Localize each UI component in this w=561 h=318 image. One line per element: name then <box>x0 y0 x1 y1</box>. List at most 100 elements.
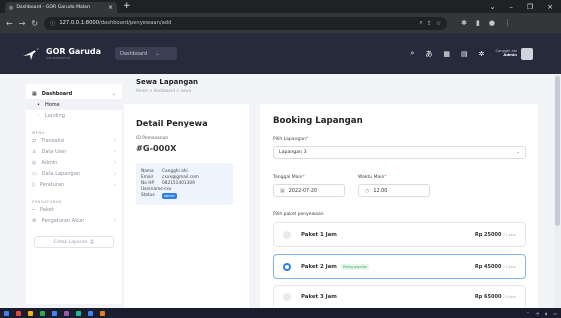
package-name: Paket 1 Jam <box>301 231 337 238</box>
info-key: Status <box>141 193 155 199</box>
package-option[interactable]: Paket 3 Jam Rp 65000/ 3 Jam <box>273 285 526 307</box>
chevron-right-icon: › <box>114 148 116 155</box>
sidebar-item-label: Pengaturan Akun <box>41 217 85 224</box>
app-icon[interactable] <box>40 310 45 316</box>
star-icon[interactable]: ☆ <box>436 20 441 27</box>
minimize-icon[interactable]: – <box>509 3 513 11</box>
chevron-up-icon[interactable]: ⌃ <box>526 311 529 316</box>
sidebar-item-transaksi[interactable]: ⇄ Transaksi › <box>26 135 122 146</box>
sidebar-item-data-lapangan[interactable]: ▭ Data Lapangan › <box>26 168 122 179</box>
folder-icon[interactable] <box>28 310 33 316</box>
sidebar-item-landing[interactable]: ◦ Landing <box>26 110 122 121</box>
booking-id-value: #G-000X <box>136 143 177 153</box>
date-label-text: Tanggal Main <box>273 175 303 180</box>
chevron-down-icon: ⌄ <box>155 50 160 57</box>
package-duration: / 2 Jam <box>503 264 516 269</box>
avatar[interactable] <box>521 47 533 60</box>
sidebar-item-peraturan[interactable]: ▯ Peraturan › <box>26 179 122 190</box>
package-price-value: Rp 45000 <box>474 263 502 270</box>
time-value: 12.00 <box>373 187 388 194</box>
system-tray[interactable]: ⌃ ◔ ◖ ▭ <box>526 311 557 316</box>
dashboard-dropdown[interactable]: Dashboard ⌄ <box>115 47 178 60</box>
battery-icon[interactable]: ▭ <box>553 311 557 316</box>
breadcrumb: Home > dashboard > sewa <box>136 88 192 93</box>
user-role: Admin <box>503 52 517 58</box>
renter-info-box: Nama Cangghi ahi Email cxxx@gmail.com No H… <box>136 163 233 206</box>
rules-icon: ▯ <box>32 181 35 188</box>
booking-title: Booking Lapangan <box>273 116 363 126</box>
start-icon[interactable] <box>4 310 9 316</box>
package-duration: / 3 Jam <box>503 294 516 299</box>
court-icon: ▭ <box>32 170 37 177</box>
sidebar-item-label: Landing <box>44 112 65 119</box>
sidebar-item-home[interactable]: • Home <box>26 99 122 110</box>
sidebar-item-pengaturan-akun[interactable]: ⚙ Pengaturan Akun › <box>26 215 122 226</box>
radio-button[interactable] <box>283 262 291 271</box>
close-tab-icon[interactable]: × <box>108 4 113 11</box>
app-icon[interactable] <box>64 310 69 316</box>
apps-icon[interactable]: ▤ <box>461 50 468 58</box>
admin-icon: ◎ <box>32 159 37 166</box>
app-icon[interactable] <box>76 310 81 316</box>
forward-icon[interactable]: → <box>19 19 26 28</box>
chrome-icon[interactable] <box>52 310 57 316</box>
package-option[interactable]: Paket 1 Jam Rp 25000/ 1 Jam <box>273 222 526 247</box>
site-favicon-icon: ◎ <box>9 4 14 11</box>
new-tab-icon[interactable]: + <box>123 2 131 11</box>
sidebar-section-menu: MENU <box>32 130 45 135</box>
sidebar: ▦ Dashboard ⌄ • Home ◦ Landing MENU ⇄ Tr… <box>26 84 122 304</box>
date-input[interactable]: ▦ 2022-07-20 <box>273 184 345 197</box>
app-icon[interactable] <box>16 310 21 316</box>
brand-name[interactable]: GOR Garuda <box>46 47 101 56</box>
sidebar-section-pengaturan: PENGATURAN <box>32 199 62 204</box>
sidebar-item-admin[interactable]: ◎ Admin › <box>26 157 122 168</box>
browser-tab[interactable]: ◎ Dashboard - GOR Garuda Malan × <box>5 2 117 13</box>
share-icon[interactable]: ⇪ <box>427 20 432 27</box>
bullet-icon: ◦ <box>37 112 40 119</box>
sidebar-item-data-user[interactable]: ♙ Data User › <box>26 146 122 157</box>
clock-icon: ◷ <box>365 187 370 194</box>
radio-button[interactable] <box>283 230 291 239</box>
package-price: Rp 25000/ 1 Jam <box>475 232 516 238</box>
volume-icon[interactable]: ◖ <box>545 311 547 316</box>
sidebar-item-label: Peraturan <box>39 181 65 188</box>
network-icon[interactable]: ◔ <box>536 311 540 316</box>
time-label: Waktu Main* <box>358 175 387 180</box>
profile-icon[interactable]: ● <box>489 19 495 27</box>
court-select[interactable]: Lapangan 3 ⌄ <box>273 146 526 159</box>
search-icon[interactable]: ⌕ <box>419 19 422 27</box>
sidebar-item-dashboard[interactable]: ▦ Dashboard ⌄ <box>26 88 122 99</box>
vscode-icon[interactable] <box>88 310 93 316</box>
gear-icon: ⚙ <box>32 217 37 224</box>
user-menu[interactable]: Cangghi ahi Admin <box>496 47 533 60</box>
maximize-icon[interactable]: ❐ <box>527 3 533 11</box>
package-price-value: Rp 25000 <box>474 231 502 238</box>
settings-icon[interactable]: ✲ <box>479 50 485 58</box>
menu-icon[interactable]: ⋮ <box>504 19 511 27</box>
address-bar[interactable]: ⓘ 127.0.0.1:8000/dashboard/penyewaan/add… <box>44 16 448 30</box>
logo-icon <box>22 47 40 61</box>
print-report-button[interactable]: Cetak Laporan ⎙ <box>34 236 114 248</box>
sidepanel-icon[interactable]: ▮ <box>476 19 480 27</box>
reload-icon[interactable]: ↻ <box>31 19 38 28</box>
search-icon[interactable]: ⌕ <box>411 49 415 58</box>
scrollbar-thumb[interactable] <box>555 76 560 226</box>
radio-button[interactable] <box>283 292 291 301</box>
close-window-icon[interactable]: × <box>547 3 553 11</box>
chevron-right-icon: › <box>114 137 116 144</box>
sidebar-item-label: Data Lapangan <box>41 170 80 177</box>
grid-icon[interactable]: ▦ <box>443 50 450 58</box>
chevron-down-icon[interactable]: ⌄ <box>489 3 495 11</box>
url-host: 127.0.0.1:8000 <box>59 20 100 26</box>
extensions-icon[interactable]: ✱ <box>461 19 467 27</box>
language-icon[interactable]: あ <box>425 49 432 59</box>
court-select-value: Lapangan 3 <box>279 150 307 155</box>
chevron-down-icon: ⌄ <box>516 150 520 155</box>
browser-tab-strip: ◎ Dashboard - GOR Garuda Malan × + ⌄ – ❐… <box>0 0 561 13</box>
status-badge: admin <box>162 192 177 200</box>
sidebar-item-paket[interactable]: ⌁ Paket <box>26 204 122 215</box>
package-option[interactable]: Paket 2 Jam Paling populer Rp 45000/ 2 J… <box>273 254 526 279</box>
app-icon[interactable] <box>100 310 105 316</box>
time-input[interactable]: ◷ 12.00 <box>358 184 430 197</box>
back-icon[interactable]: ← <box>6 19 13 28</box>
